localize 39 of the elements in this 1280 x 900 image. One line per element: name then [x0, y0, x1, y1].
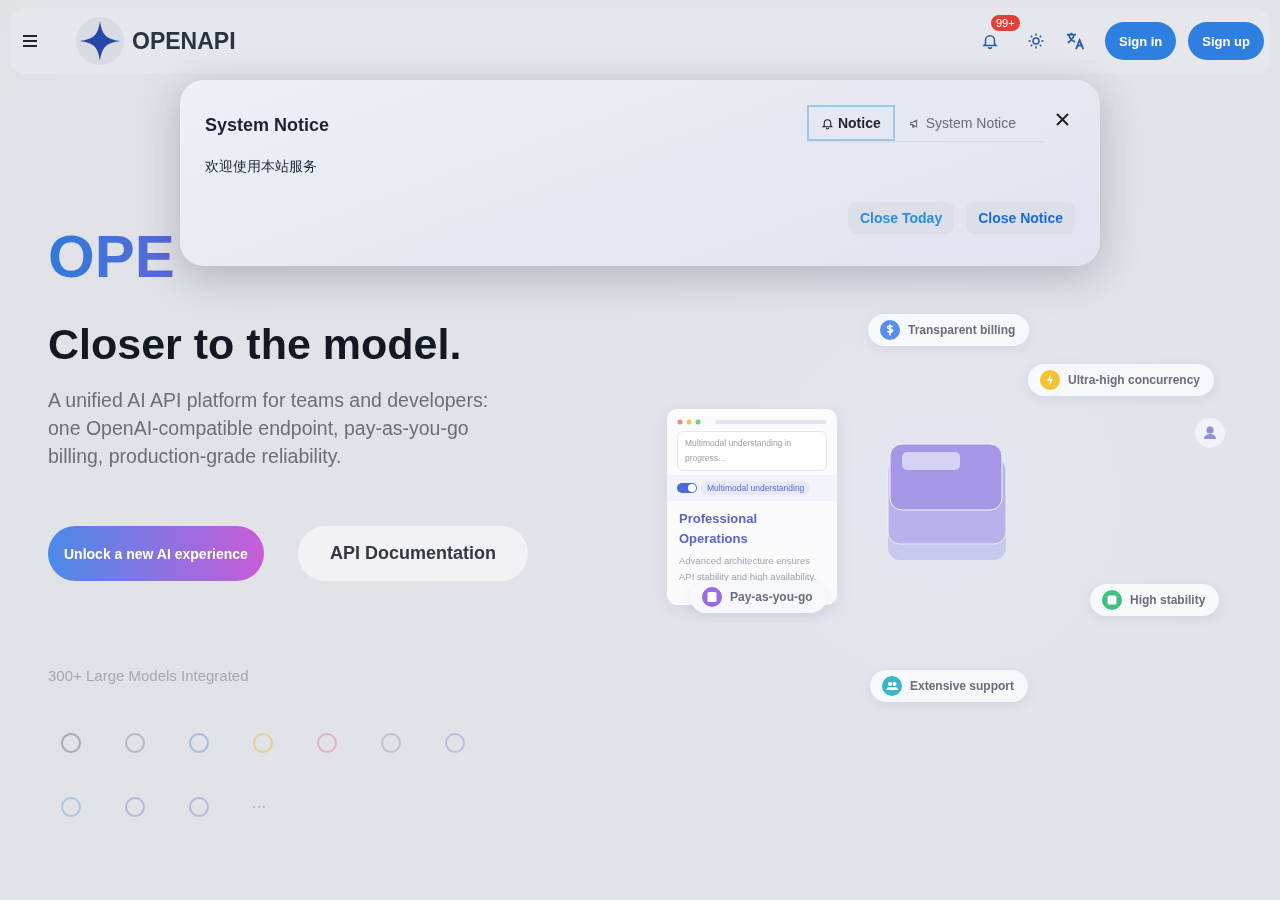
docs-button[interactable]: API Documentation — [297, 526, 528, 581]
bell-icon[interactable] — [981, 32, 999, 50]
dialog-button[interactable]: Close Notice — [966, 202, 1075, 234]
models-caption: 300+ Large Models Integrated — [48, 667, 250, 684]
feature-label: Extensive support — [910, 679, 1015, 693]
model-logo-icon — [188, 732, 210, 754]
model-logo-icon — [60, 796, 82, 818]
hero-description: A unified AI API platform for teams and developers: one OpenAI-compatible endpoint, pay-as-you-go billing, production-grade reliability. — [48, 388, 490, 469]
auth-button[interactable]: Sign in — [1105, 22, 1177, 60]
dialog-tab[interactable]: System Notice — [894, 105, 1030, 141]
feature-label: Pay-as-you-go — [730, 590, 813, 604]
user-icon — [1195, 418, 1225, 448]
star-logo-icon — [76, 17, 124, 65]
model-logo-icon — [380, 732, 402, 754]
model-logo-icon — [188, 796, 210, 818]
model-logo-icon — [60, 732, 82, 754]
feature-label: High stability — [1130, 593, 1206, 607]
primary-cta-button[interactable]: Unlock a new AI experience — [48, 526, 264, 581]
prompt-field: Multimodal understanding in progress... — [677, 431, 827, 471]
headline: Closer to the model. — [48, 319, 463, 370]
toggle-switch[interactable] — [677, 483, 697, 493]
feature-label: Ultra-high concurrency — [1068, 373, 1201, 387]
dialog-tab[interactable]: Notice — [806, 105, 895, 141]
notice-message: 欢迎使用本站服务 — [205, 158, 318, 176]
auth-button[interactable]: Sign up — [1188, 22, 1264, 60]
dialog-title: System Notice — [205, 115, 331, 136]
model-logo-icon — [124, 732, 146, 754]
model-logo-icon — [444, 732, 466, 754]
card-title: Professional Operations — [679, 510, 759, 548]
model-logo-icon — [316, 732, 338, 754]
model-logo-icon — [252, 732, 274, 754]
bell-icon — [820, 116, 834, 130]
mode-chip: Multimodal understanding — [701, 481, 811, 495]
feature-label: Transparent billing — [908, 323, 1016, 337]
dialog-button[interactable]: Close Today — [848, 202, 955, 234]
notification-badge: 99+ — [991, 15, 1020, 31]
more-icon — [252, 805, 266, 809]
brand-name: OPENAPI — [132, 27, 236, 55]
model-logo-icon — [124, 796, 146, 818]
